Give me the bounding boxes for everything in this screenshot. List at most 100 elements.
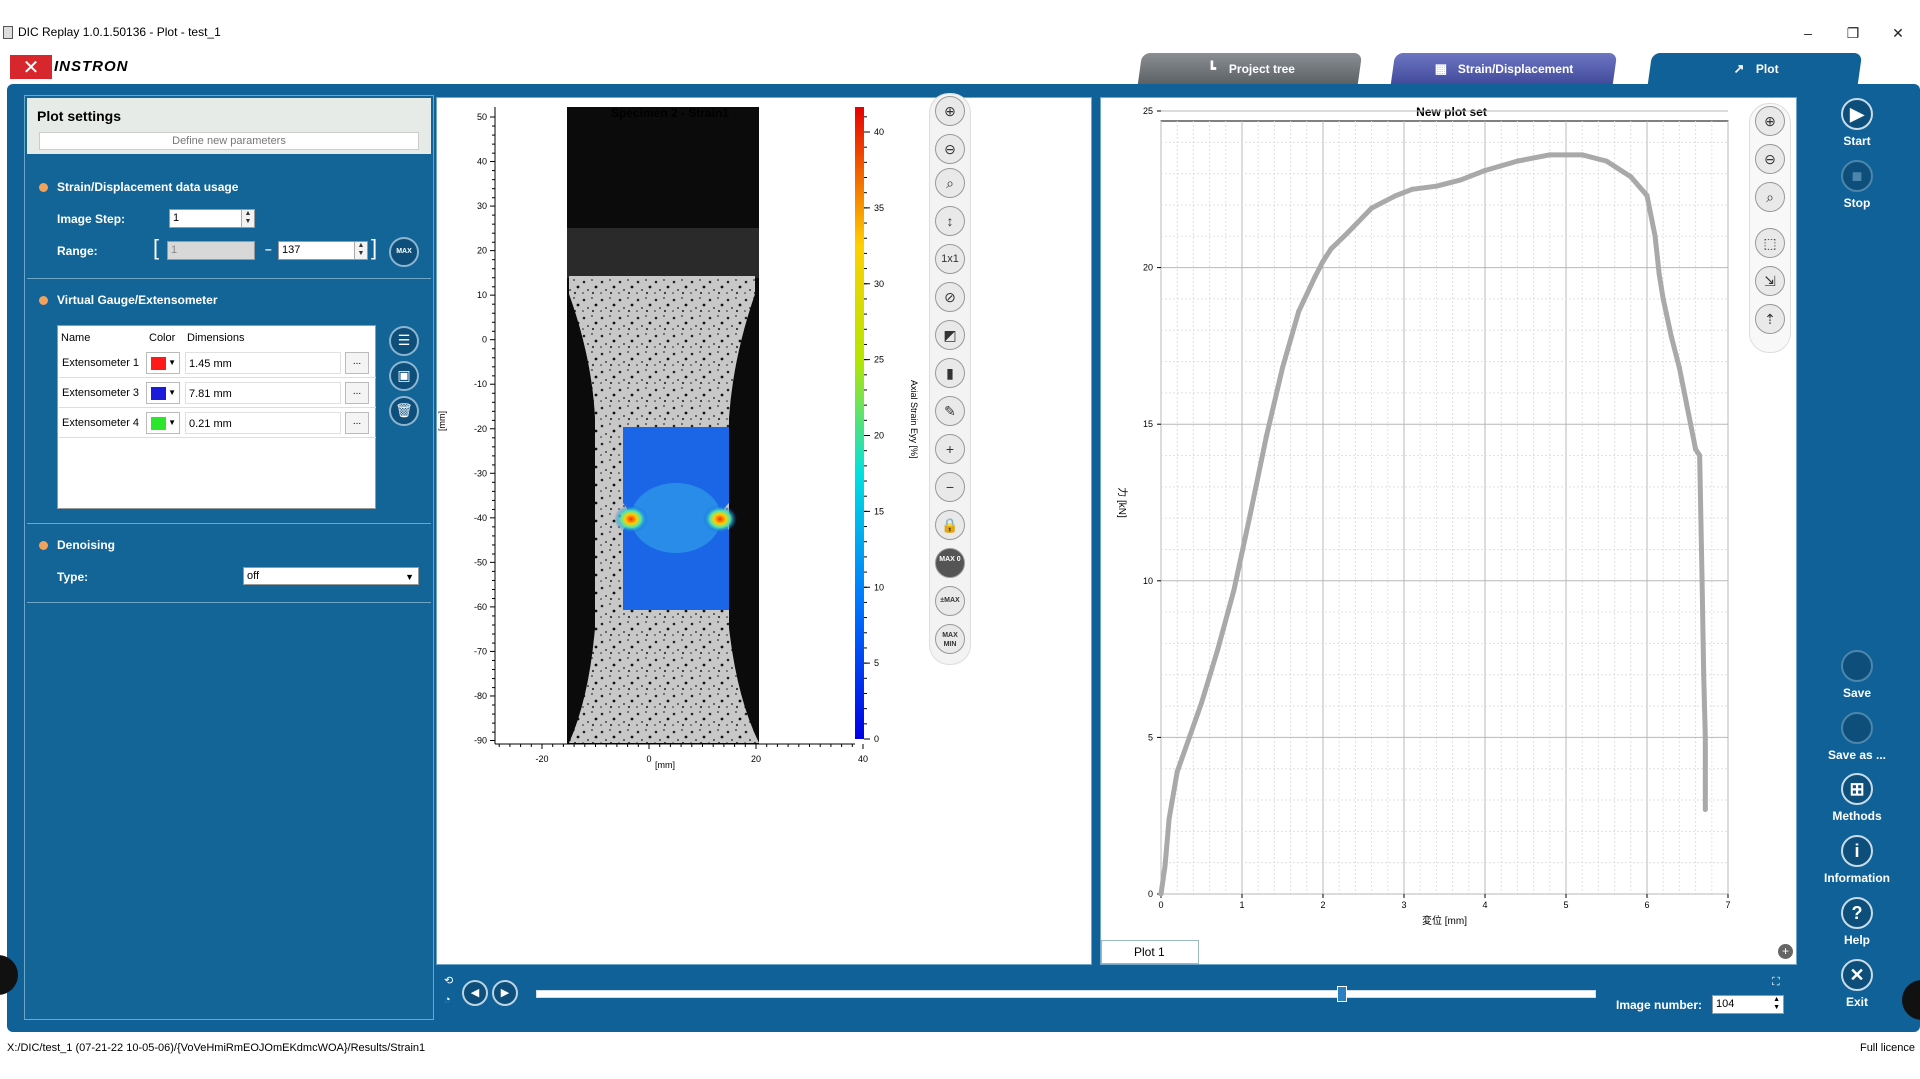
tab-strain-displacement[interactable]: ▦ Strain/Displacement bbox=[1390, 53, 1618, 84]
colorbar-tick-label: 30 bbox=[874, 279, 884, 289]
spinner-arrows-icon[interactable]: ▲ ▼ bbox=[354, 242, 367, 259]
spinner-arrows-icon[interactable]: ▲ ▼ bbox=[241, 210, 254, 227]
plot-panel: New plot set 0 1 2 3 4 5 6 7 0 5 10 15 20 25 変位 [mm] 力 [… bbox=[1100, 97, 1797, 965]
y-tick-label: -80 bbox=[474, 691, 487, 701]
x-tick-label: 7 bbox=[1725, 900, 1730, 910]
y-tick-label: -70 bbox=[474, 646, 487, 656]
list-icon[interactable]: ☰ bbox=[389, 326, 419, 356]
save-action[interactable]: Save bbox=[1822, 650, 1892, 700]
minus-icon[interactable]: − bbox=[935, 472, 965, 502]
plot-settings-panel: Plot settings Define new parameters Stra… bbox=[24, 95, 434, 1020]
save-as-icon bbox=[1841, 712, 1873, 744]
y-tick-label: 25 bbox=[1143, 106, 1153, 116]
data-point bbox=[1263, 434, 1269, 440]
action-label: Help bbox=[1843, 933, 1870, 947]
help-action[interactable]: ? Help bbox=[1822, 897, 1892, 947]
zoom-out-icon[interactable]: ⊖ bbox=[1755, 144, 1785, 174]
more-button[interactable]: ... bbox=[345, 352, 369, 374]
play-button[interactable]: ▶ bbox=[492, 980, 518, 1006]
x-tick-label: 5 bbox=[1563, 900, 1568, 910]
bracket-close-icon: ] bbox=[371, 235, 378, 260]
plus-icon[interactable]: + bbox=[935, 434, 965, 464]
zoom-in-icon[interactable]: ⊕ bbox=[935, 96, 965, 126]
column-header: Color bbox=[149, 332, 176, 344]
help-icon: ? bbox=[1841, 897, 1873, 929]
spinner-arrows-icon[interactable]: ▲ ▼ bbox=[1773, 996, 1780, 1012]
previous-button[interactable]: ◀ bbox=[462, 980, 488, 1006]
table-row[interactable]: Extensometer 3 ▼ 7.81 mm ... bbox=[59, 378, 376, 408]
colorbar-toggle-icon[interactable]: ▮ bbox=[935, 358, 965, 388]
settings-header: Plot settings Define new parameters bbox=[27, 98, 431, 154]
information-action[interactable]: i Information bbox=[1822, 835, 1892, 885]
strain-image-view[interactable]: 50403020100-10-20-30-40-50-60-70-80-90-2… bbox=[437, 98, 1093, 966]
data-point bbox=[1644, 193, 1650, 199]
range-max-button[interactable]: MAX bbox=[389, 237, 419, 267]
maximize-button[interactable]: ❐ bbox=[1830, 22, 1876, 44]
eyedropper-icon[interactable]: ✎ bbox=[935, 396, 965, 426]
zoom-in-icon[interactable]: ⊕ bbox=[1755, 106, 1785, 136]
zoom-out-icon[interactable]: ⊖ bbox=[935, 134, 965, 164]
contrast-icon[interactable]: ◩ bbox=[935, 320, 965, 350]
data-point bbox=[1652, 233, 1658, 239]
plot-tab[interactable]: Plot 1 bbox=[1101, 940, 1199, 964]
start-action[interactable]: ▶ Start bbox=[1822, 98, 1892, 148]
fullscreen-icon[interactable]: ⛶ bbox=[1772, 976, 1780, 989]
copy-region-icon[interactable]: ⇡ bbox=[1755, 304, 1785, 334]
table-row[interactable]: Extensometer 1 ▼ 1.45 mm ... bbox=[59, 348, 376, 378]
plus-minus-max-button[interactable]: ±MAX bbox=[935, 586, 965, 616]
color-picker[interactable]: ▼ bbox=[146, 382, 180, 404]
trash-icon[interactable]: 🗑 bbox=[389, 396, 419, 426]
force-displacement-chart[interactable]: New plot set 0 1 2 3 4 5 6 7 0 5 10 15 20 25 変位 [mm] 力 [… bbox=[1101, 98, 1798, 966]
more-button[interactable]: ... bbox=[345, 382, 369, 404]
image-step-label: Image Step: bbox=[57, 212, 126, 226]
add-plot-icon[interactable]: + bbox=[1778, 944, 1793, 959]
minimize-button[interactable]: – bbox=[1785, 22, 1831, 44]
pan-vertical-icon[interactable]: ↕ bbox=[935, 206, 965, 236]
denoise-type-select[interactable]: off ▼ bbox=[243, 567, 419, 585]
export-region-icon[interactable]: ⇲ bbox=[1755, 266, 1785, 296]
dimension-value: 1.45 mm bbox=[185, 352, 341, 374]
one-to-one-button[interactable]: 1x1 bbox=[935, 244, 965, 274]
image-number-input[interactable]: 104 ▲ ▼ bbox=[1712, 995, 1784, 1014]
divider bbox=[27, 278, 431, 279]
zoom-fit-icon[interactable]: ⌕ bbox=[1755, 182, 1785, 212]
x-tick-label: 2 bbox=[1320, 900, 1325, 910]
y-tick-label: -40 bbox=[474, 513, 487, 523]
lock-icon[interactable]: 🔒 bbox=[935, 510, 965, 540]
tab-plot[interactable]: ↗ Plot bbox=[1647, 53, 1863, 84]
add-extensometer-icon[interactable]: ▣ bbox=[389, 361, 419, 391]
image-step-input[interactable]: 1 ▲ ▼ bbox=[169, 209, 255, 228]
table-row[interactable]: Extensometer 4 ▼ 0.21 mm ... bbox=[59, 408, 376, 438]
stop-action[interactable]: ■ Stop bbox=[1822, 160, 1892, 210]
no-overlay-icon[interactable]: ⊘ bbox=[935, 282, 965, 312]
save-as-action[interactable]: Save as ... bbox=[1822, 712, 1892, 762]
data-point bbox=[1409, 186, 1415, 192]
speed-icon[interactable]: ◔ bbox=[444, 994, 451, 1006]
info-icon: i bbox=[1841, 835, 1873, 867]
instron-logo-mark: ✕ bbox=[10, 55, 52, 79]
x-tick-label: 3 bbox=[1401, 900, 1406, 910]
loop-icon[interactable]: ⟲ bbox=[444, 974, 453, 987]
define-parameters-button[interactable]: Define new parameters bbox=[39, 132, 419, 150]
image-slider[interactable] bbox=[536, 990, 1596, 998]
more-button[interactable]: ... bbox=[345, 412, 369, 434]
select-region-icon[interactable]: ⬚ bbox=[1755, 228, 1785, 258]
x-tick-label: 20 bbox=[751, 754, 761, 764]
zoom-fit-icon[interactable]: ⌕ bbox=[935, 168, 965, 198]
color-picker[interactable]: ▼ bbox=[146, 412, 180, 434]
slider-thumb[interactable] bbox=[1336, 986, 1347, 1002]
close-window-button[interactable]: ✕ bbox=[1875, 22, 1920, 44]
action-label: Information bbox=[1824, 871, 1890, 885]
exit-action[interactable]: ✕ Exit bbox=[1822, 959, 1892, 1009]
max-zero-button[interactable]: MAX 0 bbox=[935, 548, 965, 578]
range-to-input[interactable]: 137 ▲ ▼ bbox=[278, 241, 368, 260]
chart-title: New plot set bbox=[1416, 105, 1487, 119]
y-tick-label: 5 bbox=[1148, 732, 1153, 742]
max-min-button[interactable]: MAX MIN bbox=[935, 624, 965, 654]
methods-action[interactable]: ⊞ Methods bbox=[1822, 773, 1892, 823]
tab-project-tree[interactable]: ┗ Project tree bbox=[1137, 53, 1363, 84]
color-picker[interactable]: ▼ bbox=[146, 352, 180, 374]
strain-section-title: Strain/Displacement data usage bbox=[39, 180, 238, 194]
y-tick-label: 10 bbox=[1143, 576, 1153, 586]
chevron-down-icon: ▼ bbox=[168, 388, 176, 397]
